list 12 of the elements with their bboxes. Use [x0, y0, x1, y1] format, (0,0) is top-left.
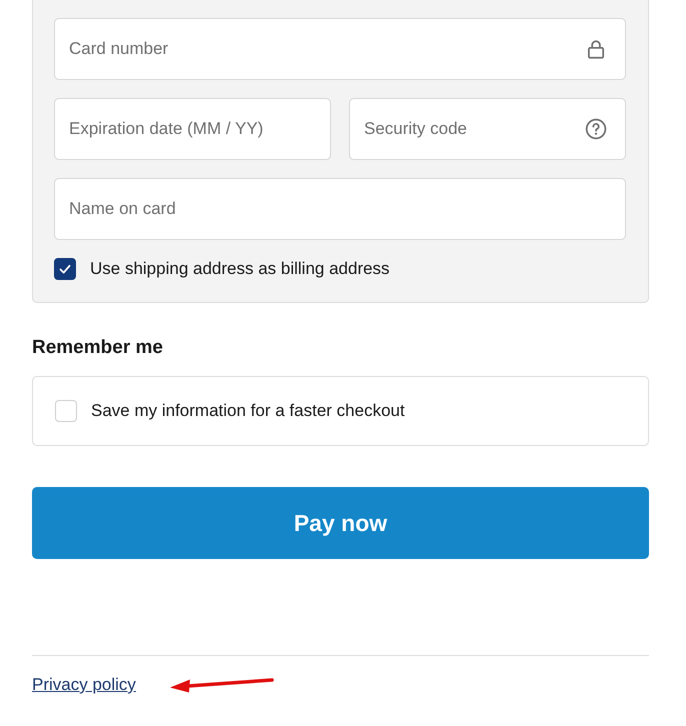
- section-heading: Remember me: [32, 337, 164, 359]
- privacy-link[interactable]: Privacy policy: [32, 675, 136, 695]
- lock-icon: [585, 38, 607, 60]
- checkbox[interactable]: [54, 258, 76, 280]
- pay-button[interactable]: Pay now: [32, 487, 649, 559]
- checkbox-label: Use shipping address as billing address: [90, 259, 390, 279]
- input-field[interactable]: Security code: [349, 98, 626, 160]
- checkbox-label: Save my information for a faster checkout: [91, 401, 405, 421]
- input-field[interactable]: Card number: [54, 18, 626, 80]
- input-field[interactable]: Expiration date (MM / YY): [54, 98, 331, 160]
- input-field[interactable]: Name on card: [54, 178, 626, 240]
- help-icon: [585, 118, 607, 140]
